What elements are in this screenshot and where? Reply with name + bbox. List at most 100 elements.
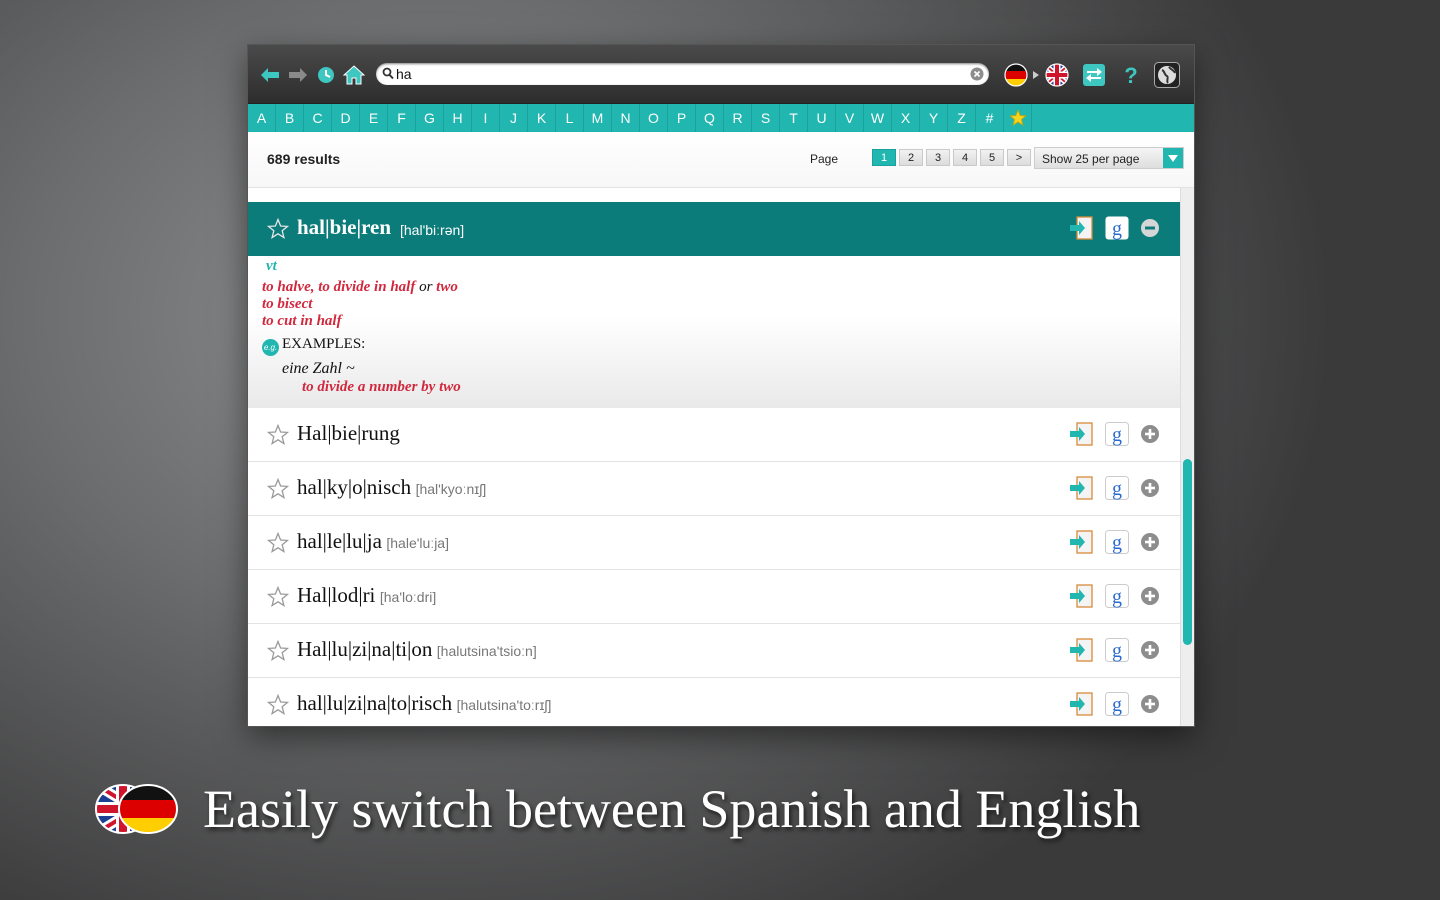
list-item[interactable]: Hal|lu|zi|na|ti|on [halutsina'tsioːn] g	[248, 624, 1180, 678]
letter-c-button[interactable]: C	[304, 104, 332, 132]
open-entry-icon[interactable]	[1068, 637, 1094, 663]
google-search-icon[interactable]: g	[1104, 583, 1130, 609]
page-1-button[interactable]: 1	[872, 149, 896, 166]
letter-v-button[interactable]: V	[836, 104, 864, 132]
german-flag-icon[interactable]	[1001, 63, 1031, 87]
expand-icon[interactable]	[1137, 475, 1163, 501]
google-search-icon[interactable]: g	[1104, 421, 1130, 447]
favorites-star-icon[interactable]	[1004, 104, 1032, 132]
favorite-star-icon[interactable]	[267, 694, 289, 716]
letter-f-button[interactable]: F	[388, 104, 416, 132]
open-entry-icon[interactable]	[1068, 583, 1094, 609]
open-entry-icon[interactable]	[1068, 691, 1094, 717]
letter-l-button[interactable]: L	[556, 104, 584, 132]
google-search-icon[interactable]: g	[1104, 475, 1130, 501]
google-search-icon[interactable]: g	[1104, 637, 1130, 663]
letter-u-button[interactable]: U	[808, 104, 836, 132]
open-entry-icon[interactable]	[1068, 529, 1094, 555]
clear-icon[interactable]	[970, 67, 984, 81]
entry-word: hal|le|lu|ja	[297, 529, 382, 553]
letter-hash-button[interactable]: #	[976, 104, 1004, 132]
letter-i-button[interactable]: I	[472, 104, 500, 132]
open-entry-icon[interactable]	[1068, 421, 1094, 447]
results-count: 689 results	[267, 151, 341, 167]
list-item[interactable]: hal|lu|zi|na|to|risch [halutsina'toːrɪʃ]…	[248, 678, 1180, 726]
letter-y-button[interactable]: Y	[920, 104, 948, 132]
swap-icon[interactable]	[1082, 63, 1106, 87]
help-icon[interactable]: ?	[1119, 63, 1143, 87]
letter-k-button[interactable]: K	[528, 104, 556, 132]
letter-z-button[interactable]: Z	[948, 104, 976, 132]
expand-icon[interactable]	[1137, 637, 1163, 663]
expand-icon[interactable]	[1137, 583, 1163, 609]
favorite-star-icon[interactable]	[267, 532, 289, 554]
page-label: Page	[810, 152, 839, 166]
definition-2: to bisect	[262, 296, 313, 312]
letter-h-button[interactable]: H	[444, 104, 472, 132]
search-input[interactable]	[396, 65, 966, 83]
letter-g-button[interactable]: G	[416, 104, 444, 132]
caption: Easily switch between Spanish and Englis…	[203, 779, 1141, 839]
results-bar: 689 results Page 1 2 3 4 5 > Show 25 per…	[248, 132, 1194, 188]
letter-n-button[interactable]: N	[612, 104, 640, 132]
alphabet-bar: A B C D E F G H I J K L M N O P Q R S T U V W X Y Z #	[248, 104, 1194, 132]
letter-t-button[interactable]: T	[780, 104, 808, 132]
scrollbar-thumb[interactable]	[1183, 459, 1192, 645]
favorite-star-icon[interactable]	[267, 424, 289, 446]
favorite-star-icon[interactable]	[267, 218, 289, 240]
home-icon[interactable]	[342, 63, 366, 87]
letter-o-button[interactable]: O	[640, 104, 668, 132]
next-page-button[interactable]: >	[1007, 149, 1031, 166]
favorite-star-icon[interactable]	[267, 586, 289, 608]
letter-d-button[interactable]: D	[332, 104, 360, 132]
svg-text:g: g	[1112, 478, 1122, 500]
entry-word: hal|bie|ren	[297, 215, 392, 239]
language-flags-icon	[95, 784, 178, 834]
letter-b-button[interactable]: B	[276, 104, 304, 132]
letter-j-button[interactable]: J	[500, 104, 528, 132]
open-entry-icon[interactable]	[1068, 215, 1094, 241]
uk-flag-icon[interactable]	[1042, 63, 1072, 87]
google-search-icon[interactable]: g	[1104, 691, 1130, 717]
page-4-button[interactable]: 4	[953, 149, 977, 166]
entry-word: hal|ky|o|nisch	[297, 475, 412, 499]
list-item[interactable]: Hal|lod|ri [ha'loːdri] g	[248, 570, 1180, 624]
entry-pronunciation: [halutsina'toːrɪʃ]	[456, 697, 552, 713]
favorite-star-icon[interactable]	[267, 640, 289, 662]
page-3-button[interactable]: 3	[926, 149, 950, 166]
list-item[interactable]: hal|ky|o|nisch [hal'kyoːnɪʃ] g	[248, 462, 1180, 516]
letter-e-button[interactable]: E	[360, 104, 388, 132]
letter-a-button[interactable]: A	[248, 104, 276, 132]
entry-word: hal|lu|zi|na|to|risch	[297, 691, 453, 715]
letter-p-button[interactable]: P	[668, 104, 696, 132]
page-2-button[interactable]: 2	[899, 149, 923, 166]
expand-icon[interactable]	[1137, 529, 1163, 555]
scrollbar[interactable]	[1180, 188, 1194, 726]
page-5-button[interactable]: 5	[980, 149, 1004, 166]
letter-r-button[interactable]: R	[724, 104, 752, 132]
per-page-select[interactable]: Show 25 per page	[1034, 147, 1184, 169]
example-english: to divide a number by two	[302, 379, 461, 395]
globe-icon[interactable]	[1154, 62, 1180, 88]
google-search-icon[interactable]: g	[1104, 215, 1130, 241]
list-item[interactable]: Hal|bie|rung g	[248, 408, 1180, 462]
favorite-star-icon[interactable]	[267, 478, 289, 500]
toolbar: ?	[248, 45, 1194, 104]
expanded-entry-header[interactable]: hal|bie|ren [hal'biːrən] g	[248, 202, 1180, 256]
expand-icon[interactable]	[1137, 691, 1163, 717]
letter-m-button[interactable]: M	[584, 104, 612, 132]
collapse-icon[interactable]	[1137, 215, 1163, 241]
history-icon[interactable]	[314, 63, 338, 87]
search-icon	[382, 67, 394, 80]
google-search-icon[interactable]: g	[1104, 529, 1130, 555]
part-of-speech: vt	[266, 258, 277, 274]
letter-q-button[interactable]: Q	[696, 104, 724, 132]
letter-s-button[interactable]: S	[752, 104, 780, 132]
open-entry-icon[interactable]	[1068, 475, 1094, 501]
forward-arrow-icon[interactable]	[286, 63, 310, 87]
letter-x-button[interactable]: X	[892, 104, 920, 132]
expand-icon[interactable]	[1137, 421, 1163, 447]
back-arrow-icon[interactable]	[258, 63, 282, 87]
letter-w-button[interactable]: W	[864, 104, 892, 132]
list-item[interactable]: hal|le|lu|ja [hale'luːja] g	[248, 516, 1180, 570]
